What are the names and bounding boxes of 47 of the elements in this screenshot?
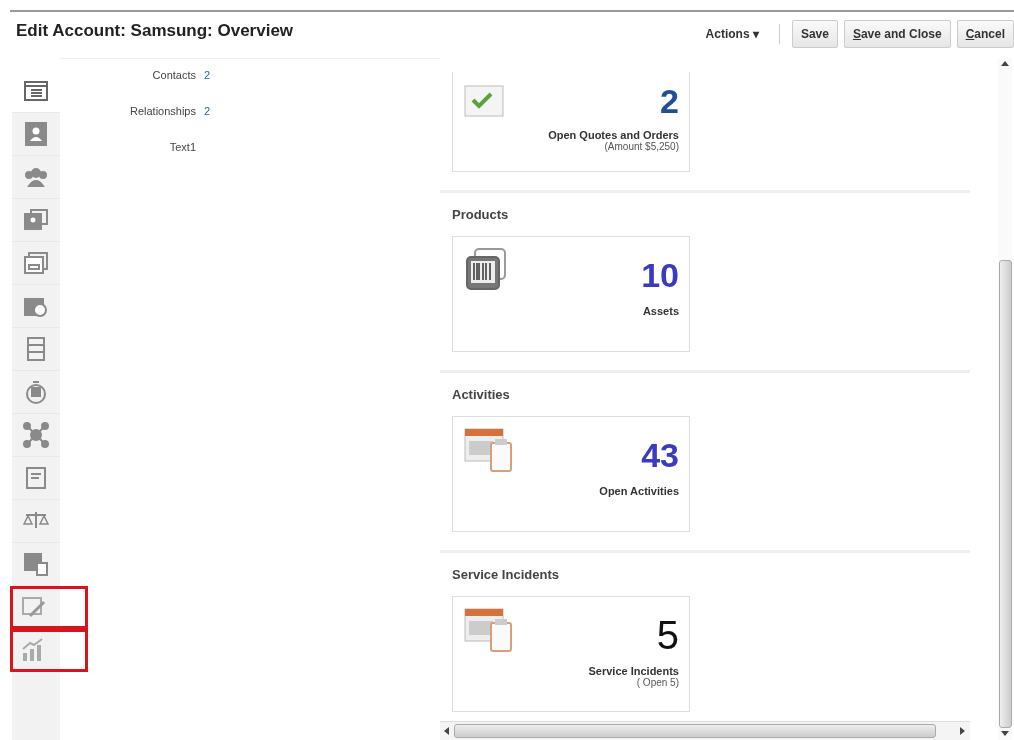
horizontal-scrollbar[interactable]	[440, 721, 970, 740]
barcode-cards-icon	[463, 247, 509, 293]
table-document-icon	[23, 551, 49, 577]
rail-tab[interactable]	[10, 629, 88, 672]
field-label: Text1	[168, 141, 196, 155]
section-title: Activities	[452, 387, 511, 402]
field-label: Relationships	[128, 105, 196, 119]
timer-icon	[23, 379, 49, 405]
rail-tab[interactable]	[10, 586, 88, 629]
network-icon	[23, 422, 49, 448]
field-value-link[interactable]: 2	[204, 69, 234, 105]
page-title: Edit Account: Samsung: Overview	[16, 21, 294, 41]
field-value-link[interactable]: 2	[204, 105, 234, 141]
tile-count: 10	[641, 255, 679, 296]
tile-count: 43	[641, 435, 679, 476]
toolbar-button[interactable]: Save and Close	[843, 20, 951, 48]
scroll-up-icon	[1001, 61, 1009, 67]
id-card-icon	[23, 207, 49, 233]
note-icon	[23, 465, 49, 491]
section-title: Service Incidents	[452, 567, 560, 582]
tile-label: Open Activities	[599, 485, 679, 498]
tile-label: Assets	[642, 305, 679, 318]
tile-label: Service Incidents	[588, 665, 679, 677]
tile-count: 5	[656, 613, 679, 657]
toolbar-button[interactable]: Cancel	[956, 20, 1014, 48]
summary-tile[interactable]: 5 Service Incidents ( Open 5)	[452, 596, 690, 712]
toolbar-button[interactable]: Save	[791, 20, 838, 48]
edit-form-icon	[20, 594, 46, 620]
tile-detail: ( Open 5)	[636, 677, 679, 688]
tile-count: 2	[660, 82, 679, 122]
summary-tile[interactable]: 2 Open Quotes and Orders (Amount $5,250)	[452, 72, 690, 172]
tile-label: Open Quotes and Orders	[548, 129, 679, 142]
vertical-scrollbar[interactable]	[998, 58, 1012, 740]
section-title: Products	[452, 207, 510, 222]
scroll-right-icon	[960, 727, 966, 735]
tile-detail: (Amount $5,250)	[604, 141, 679, 153]
actions-menu[interactable]: Actions ▾	[697, 23, 767, 45]
summary-tile[interactable]: 43 Open Activities	[452, 416, 690, 532]
calendar-clipboard-icon	[463, 427, 515, 475]
list-icon	[23, 78, 49, 104]
scroll-down-icon	[1001, 731, 1009, 737]
contact-card-icon	[23, 121, 49, 147]
summary-tile[interactable]: 10 Assets	[452, 236, 690, 352]
scroll-left-icon	[444, 727, 450, 735]
calendar-clipboard-icon	[463, 607, 515, 655]
calendar-cards-icon	[23, 250, 49, 276]
field-label: Contacts	[151, 69, 196, 83]
